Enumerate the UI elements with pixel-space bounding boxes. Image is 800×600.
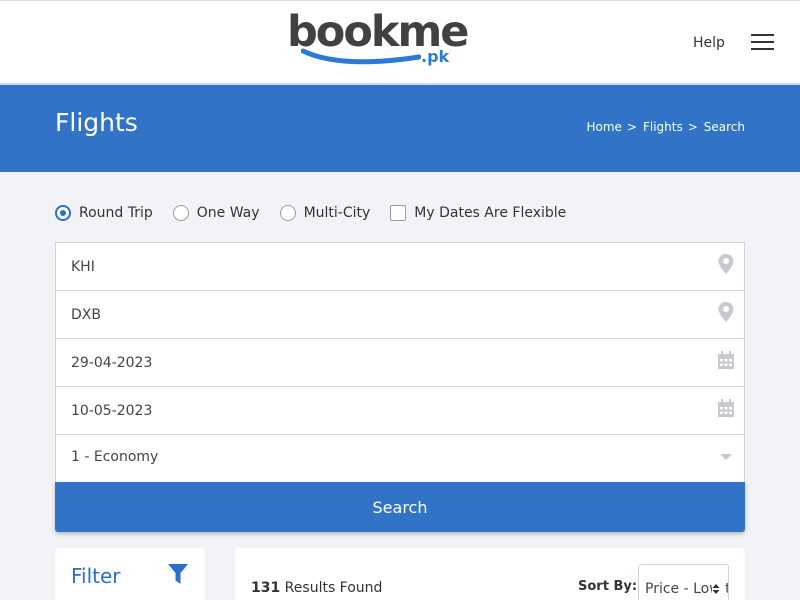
- results-number: 131: [251, 580, 281, 596]
- multi-city-radio[interactable]: [279, 205, 296, 221]
- calendar-icon: [718, 399, 734, 417]
- location-pin-icon: [718, 254, 734, 274]
- caret-down-icon: [720, 454, 732, 460]
- one-way-radio[interactable]: [172, 205, 189, 221]
- one-way-option[interactable]: One Way: [172, 205, 260, 221]
- depart-date-field: [55, 338, 745, 387]
- logo-swoosh-icon: [301, 48, 421, 65]
- page-banner: Flights Home > Flights > Search: [0, 85, 800, 172]
- multi-city-option[interactable]: Multi-City: [279, 205, 371, 221]
- hamburger-menu-icon[interactable]: [751, 34, 775, 52]
- chevron-right-icon: >: [626, 120, 637, 134]
- round-trip-radio[interactable]: [55, 205, 71, 221]
- filter-panel: Filter: [55, 548, 205, 600]
- destination-field: [55, 290, 745, 339]
- sort-arrows-icon: [712, 583, 720, 595]
- depart-date-input[interactable]: [71, 353, 671, 373]
- flexible-dates-label: My Dates Are Flexible: [414, 205, 567, 221]
- search-button[interactable]: Search: [55, 482, 745, 532]
- flexible-dates-option[interactable]: My Dates Are Flexible: [390, 205, 566, 221]
- round-trip-option[interactable]: Round Trip: [55, 205, 153, 221]
- funnel-icon[interactable]: [167, 562, 189, 586]
- destination-input[interactable]: [71, 305, 671, 325]
- results-header: 131 Results Found Sort By: Price - Low t…: [235, 548, 745, 600]
- flexible-dates-checkbox[interactable]: [390, 205, 407, 221]
- location-pin-icon: [718, 302, 734, 322]
- sort-select[interactable]: Price - Low to High: [638, 564, 729, 600]
- travellers-class-value: 1 - Economy: [71, 449, 159, 465]
- one-way-label: One Way: [196, 205, 260, 221]
- logo-domain: .pk: [421, 47, 450, 66]
- filter-title: Filter: [71, 564, 121, 588]
- bookme-logo[interactable]: bookme .pk: [287, 9, 469, 69]
- round-trip-label: Round Trip: [79, 205, 153, 221]
- origin-input[interactable]: [71, 257, 671, 277]
- origin-field: [55, 242, 745, 291]
- sort-by-label: Sort By:: [578, 579, 638, 594]
- page-title: Flights: [55, 108, 138, 137]
- travellers-class-select[interactable]: 1 - Economy: [55, 434, 745, 483]
- top-navbar: bookme .pk Help: [0, 0, 800, 85]
- calendar-icon: [718, 351, 734, 369]
- multi-city-label: Multi-City: [303, 205, 371, 221]
- return-date-input[interactable]: [71, 401, 671, 421]
- chevron-right-icon: >: [687, 120, 698, 134]
- trip-type-options: Round Trip One Way Multi-City My Dates A…: [55, 202, 586, 224]
- breadcrumb-search: Search: [703, 120, 745, 134]
- results-label: Results Found: [280, 580, 383, 596]
- results-count: 131 Results Found: [251, 579, 382, 597]
- return-date-field: [55, 386, 745, 435]
- help-link[interactable]: Help: [693, 33, 725, 53]
- breadcrumb-home[interactable]: Home: [586, 119, 621, 135]
- breadcrumb: Home > Flights > Search: [586, 119, 745, 135]
- breadcrumb-flights[interactable]: Flights: [643, 119, 683, 135]
